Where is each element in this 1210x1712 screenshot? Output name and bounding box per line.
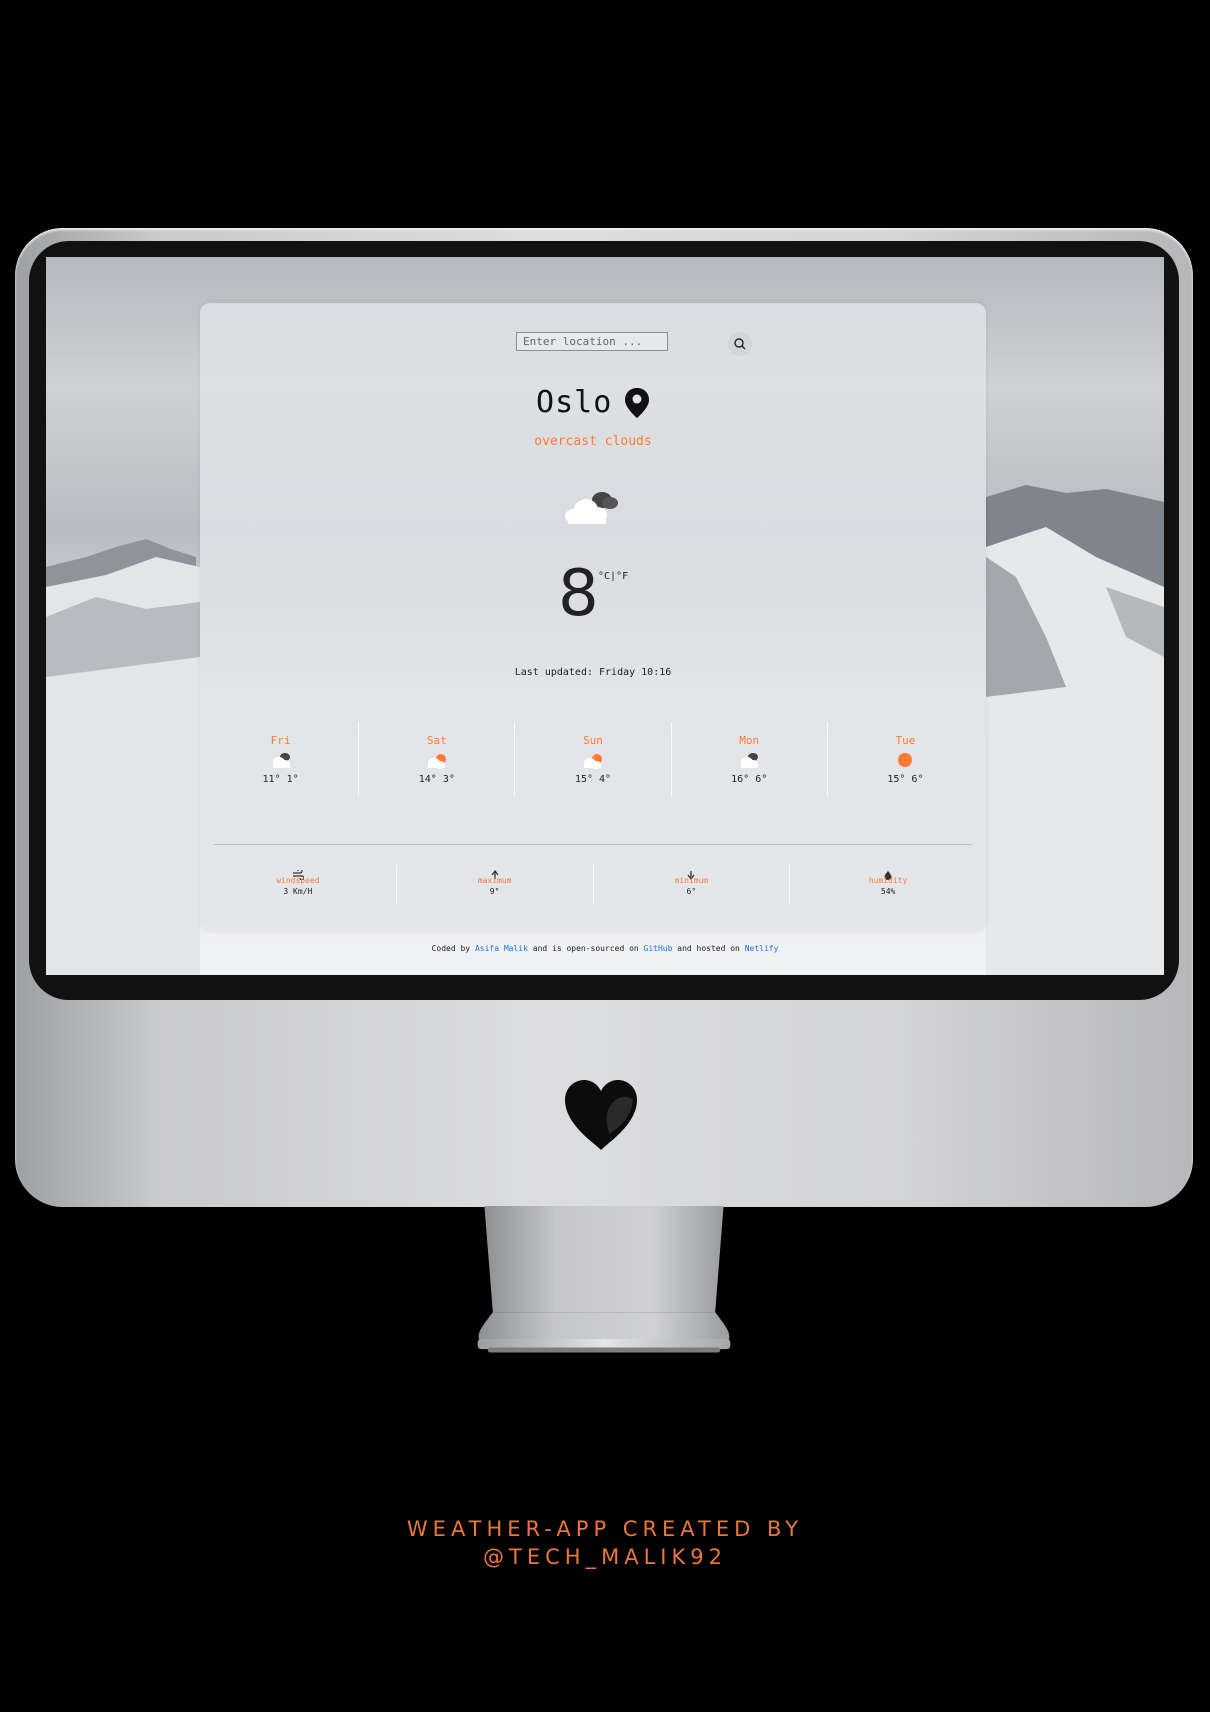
stat-value: 9° [489,887,500,896]
forecast-day-name: Fri [270,734,291,747]
divider [214,844,972,845]
forecast-day-name: Sat [426,734,447,747]
sun-icon [898,753,913,767]
caption-line: @TECH_MALIK92 [483,1545,727,1569]
forecast-temps: 15° 6° [887,774,924,785]
forecast-temps: 15° 4° [574,774,612,785]
forecast-day: Tue 15° 6° [826,722,983,796]
forecast-day: Sun 15° 4° [514,722,670,796]
location-pin-icon [624,387,649,418]
footer: Coded by Asifa Malik and is open-sourced… [46,944,1164,953]
heart-logo-icon [565,1080,637,1150]
stats-row: windspeed 3 Km/H maximum 9° minimum 6° h… [200,865,986,905]
temperature-value: 8 [558,557,599,631]
footer-text: and hosted on [672,944,745,953]
footer-text: Coded by [431,944,475,953]
stat-maximum: maximum 9° [395,865,593,905]
forecast-temps: 11° 1° [262,774,299,785]
cloudy-icon [741,753,759,768]
weather-description: overcast clouds [534,434,652,449]
forecast-temps: 14° 3° [418,774,455,785]
city-name: Oslo [536,385,613,420]
forecast-row: Fri 11° 1° Sat 14° 3° Sun 15° 4° Mon 16°… [203,722,983,796]
forecast-day: Fri 11° 1° [203,722,358,796]
stat-label: maximum [477,876,512,885]
search-button[interactable] [728,332,752,356]
github-link[interactable]: GitHub [644,944,673,953]
stat-minimum: minimum 6° [592,865,790,905]
city-row: Oslo [200,385,986,420]
stat-windspeed: windspeed 3 Km/H [200,865,396,905]
forecast-day-name: Sun [583,734,603,747]
last-updated: Last updated: Friday 10:16 [514,667,672,678]
forecast-day-name: Tue [895,734,916,747]
unit-toggle[interactable]: °C|°F [598,571,628,582]
partly-cloudy-icon [584,754,602,769]
stat-label: minimum [674,876,709,885]
stat-humidity: humidity 54% [789,865,986,905]
footer-text: and is open-sourced on [527,944,644,953]
stat-value: 3 Km/H [283,887,313,896]
forecast-temps: 16° 6° [731,774,768,785]
monitor-stand [477,1206,731,1353]
weather-card: Oslo overcast clouds 8 °C|°F Last update… [200,303,986,931]
search-input[interactable] [516,332,668,351]
author-link[interactable]: Asifa Malik [475,944,528,953]
search-icon [734,338,746,350]
stat-value: 6° [686,887,697,896]
forecast-day: Sat 14° 3° [358,722,514,796]
caption-line: WEATHER-APP CREATED BY [406,1517,804,1541]
partly-cloudy-icon [427,754,446,769]
screen: Oslo overcast clouds 8 °C|°F Last update… [46,257,1164,975]
forecast-day-name: Mon [739,734,760,747]
cloudy-icon [565,492,618,524]
netlify-link[interactable]: Netlify [745,944,779,953]
stat-label: humidity [868,876,908,885]
cloudy-icon [272,753,290,768]
stat-value: 54% [880,887,896,896]
stat-label: windspeed [276,876,320,885]
forecast-day: Mon 16° 6° [670,722,827,796]
caption: WEATHER-APP CREATED BY @TECH_MALIK92 [0,1515,1210,1571]
